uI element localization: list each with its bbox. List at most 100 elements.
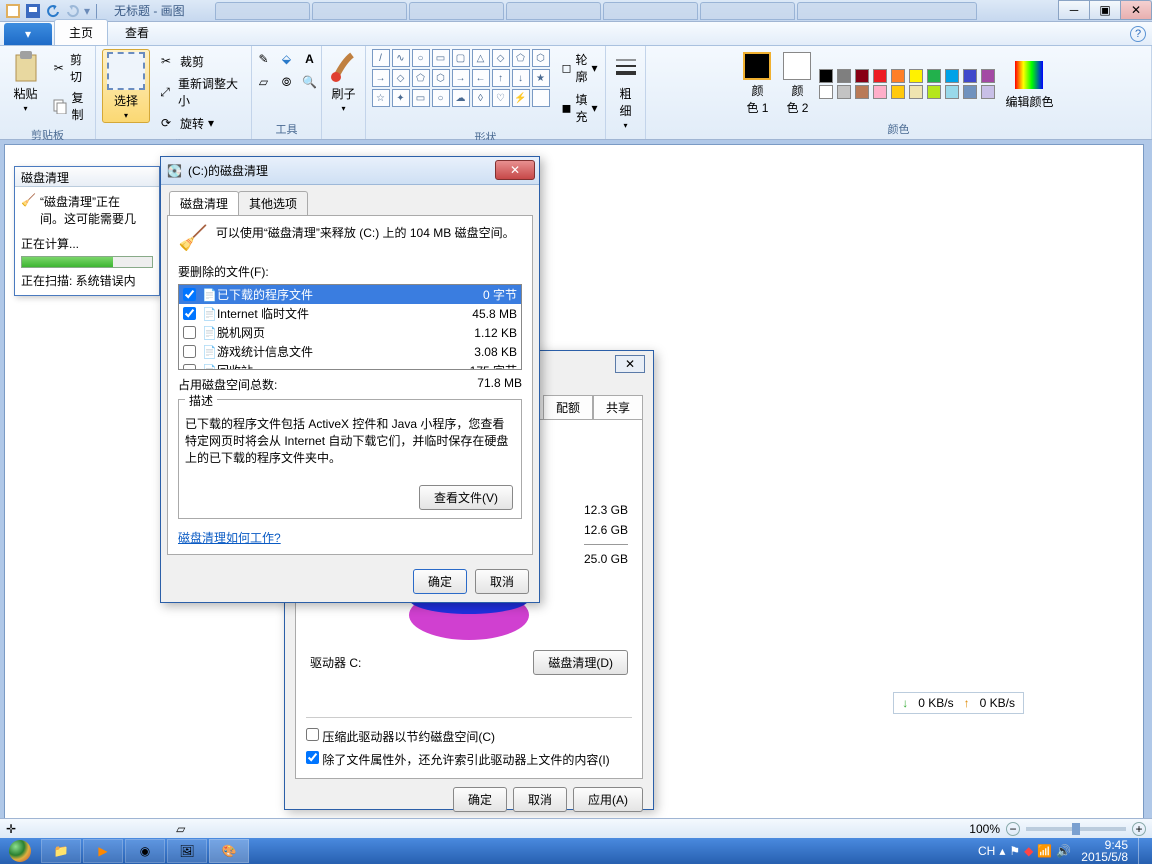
taskbar-explorer[interactable]: 📁 [41, 839, 81, 863]
color-palette[interactable] [819, 69, 997, 99]
palette-color[interactable] [945, 85, 959, 99]
tab-quota[interactable]: 配额 [543, 395, 593, 419]
how-does-cleanup-work-link[interactable]: 磁盘清理如何工作? [178, 531, 281, 545]
palette-color[interactable] [927, 69, 941, 83]
tab-more-options[interactable]: 其他选项 [238, 191, 308, 215]
tab-share[interactable]: 共享 [593, 395, 643, 419]
start-button[interactable] [0, 838, 40, 864]
eraser-icon[interactable]: ▱ [254, 72, 274, 92]
file-checkbox[interactable] [183, 307, 196, 320]
palette-color[interactable] [837, 85, 851, 99]
redo-icon[interactable] [64, 2, 82, 20]
zoom-in-button[interactable]: + [1132, 822, 1146, 836]
copy-button[interactable]: 复制 [50, 87, 90, 125]
tray-icon[interactable]: ▴ [999, 844, 1005, 858]
props-ok-button[interactable]: 确定 [453, 787, 507, 812]
help-icon[interactable]: ? [1130, 26, 1146, 42]
file-checkbox[interactable] [183, 288, 196, 301]
file-menu-button[interactable]: ▾ [4, 23, 52, 45]
show-desktop-button[interactable] [1138, 838, 1148, 864]
color2-button[interactable]: 颜 色 2 [779, 50, 815, 118]
undo-icon[interactable] [44, 2, 62, 20]
palette-color[interactable] [909, 85, 923, 99]
fill-icon[interactable]: ⬙ [277, 49, 297, 69]
ok-button[interactable]: 确定 [413, 569, 467, 594]
pencil-icon[interactable]: ✎ [254, 49, 274, 69]
magnifier-icon[interactable]: 🔍 [300, 72, 320, 92]
file-checkbox[interactable] [183, 345, 196, 358]
taskbar-clock[interactable]: 9:45 2015/5/8 [1075, 839, 1134, 863]
dialog-close-button[interactable]: ✕ [495, 160, 535, 180]
zoom-slider[interactable] [1026, 827, 1126, 831]
tab-home[interactable]: 主页 [54, 19, 108, 45]
view-files-button[interactable]: 查看文件(V) [419, 485, 513, 510]
palette-color[interactable] [855, 69, 869, 83]
text-icon[interactable]: A [300, 49, 320, 69]
select-button[interactable]: 选择▾ [102, 49, 150, 123]
palette-color[interactable] [963, 85, 977, 99]
palette-color[interactable] [873, 69, 887, 83]
palette-color[interactable] [981, 69, 995, 83]
files-listbox[interactable]: 📄已下载的程序文件0 字节📄Internet 临时文件45.8 MB📄脱机网页1… [178, 284, 522, 370]
shapes-gallery[interactable]: /∿○▭▢△◇⬠⬡ →◇⬠⬡→←↑↓★ ☆✦▭○☁◊♡⚡ [372, 49, 550, 107]
file-list-row[interactable]: 📄已下载的程序文件0 字节 [179, 285, 521, 304]
ime-indicator[interactable]: CH [978, 844, 995, 858]
paste-button[interactable]: 粘贴▾ [6, 49, 46, 115]
palette-color[interactable] [963, 69, 977, 83]
file-checkbox[interactable] [183, 326, 196, 339]
file-list-row[interactable]: 📄游戏统计信息文件3.08 KB [179, 342, 521, 361]
palette-color[interactable] [945, 69, 959, 83]
edit-colors-button[interactable]: 编辑颜色 [1001, 57, 1057, 112]
tab-disk-cleanup[interactable]: 磁盘清理 [169, 191, 239, 215]
palette-color[interactable] [819, 69, 833, 83]
props-close-button[interactable]: ✕ [615, 355, 645, 373]
save-icon[interactable] [24, 2, 42, 20]
palette-color[interactable] [891, 69, 905, 83]
palette-color[interactable] [981, 85, 995, 99]
color1-button[interactable]: 颜 色 1 [739, 50, 775, 118]
bg-tab [215, 2, 310, 20]
props-apply-button[interactable]: 应用(A) [573, 787, 643, 812]
file-list-row[interactable]: 📄回收站175 字节 [179, 361, 521, 370]
crop-button[interactable]: ✂裁剪 [154, 49, 245, 73]
tab-view[interactable]: 查看 [110, 19, 164, 45]
palette-color[interactable] [873, 85, 887, 99]
taskbar-paint[interactable]: 🎨 [209, 839, 249, 863]
tray-network-icon[interactable]: 📶 [1037, 844, 1052, 858]
group-tools-label: 工具 [276, 119, 298, 139]
props-cancel-button[interactable]: 取消 [513, 787, 567, 812]
file-list-row[interactable]: 📄Internet 临时文件45.8 MB [179, 304, 521, 323]
tray-security-icon[interactable]: ⚑ [1009, 844, 1020, 858]
rotate-button[interactable]: ⟳旋转▾ [154, 111, 245, 135]
index-checkbox[interactable]: 除了文件属性外，还允许索引此驱动器上文件的内容(I) [306, 751, 632, 768]
maximize-button[interactable]: ▣ [1089, 0, 1121, 20]
brushes-button[interactable]: 刷子▾ [324, 49, 364, 115]
taskbar-chrome[interactable]: ◉ [125, 839, 165, 863]
palette-color[interactable] [837, 69, 851, 83]
file-list-row[interactable]: 📄脱机网页1.12 KB [179, 323, 521, 342]
tray-shield-icon[interactable]: ◆ [1024, 844, 1033, 858]
resize-button[interactable]: ⤢重新调整大小 [154, 73, 245, 111]
minimize-button[interactable]: ─ [1058, 0, 1090, 20]
shape-fill-button[interactable]: ◼填充▾ [560, 89, 600, 127]
picker-icon[interactable]: ⦾ [277, 72, 297, 92]
cancel-button[interactable]: 取消 [475, 569, 529, 594]
file-checkbox[interactable] [183, 364, 196, 370]
zoom-out-button[interactable]: − [1006, 822, 1020, 836]
palette-color[interactable] [855, 85, 869, 99]
disk-cleanup-button[interactable]: 磁盘清理(D) [533, 650, 628, 675]
thickness-button[interactable]: 粗 细▾ [606, 49, 646, 132]
palette-color[interactable] [819, 85, 833, 99]
tray-volume-icon[interactable]: 🔊 [1056, 844, 1071, 858]
compress-checkbox[interactable]: 压缩此驱动器以节约磁盘空间(C) [306, 728, 632, 745]
palette-color[interactable] [927, 85, 941, 99]
palette-color[interactable] [891, 85, 905, 99]
palette-color[interactable] [909, 69, 923, 83]
shape-outline-button[interactable]: ◻轮廓▾ [560, 49, 600, 87]
taskbar-wmp[interactable]: ▶ [83, 839, 123, 863]
cut-button[interactable]: ✂剪切 [50, 49, 90, 87]
bg-tab [603, 2, 698, 20]
taskbar-photos[interactable]: 🖼 [167, 839, 207, 863]
close-button[interactable]: ✕ [1120, 0, 1152, 20]
ribbon-tabstrip: ▾ 主页 查看 [0, 22, 1152, 46]
